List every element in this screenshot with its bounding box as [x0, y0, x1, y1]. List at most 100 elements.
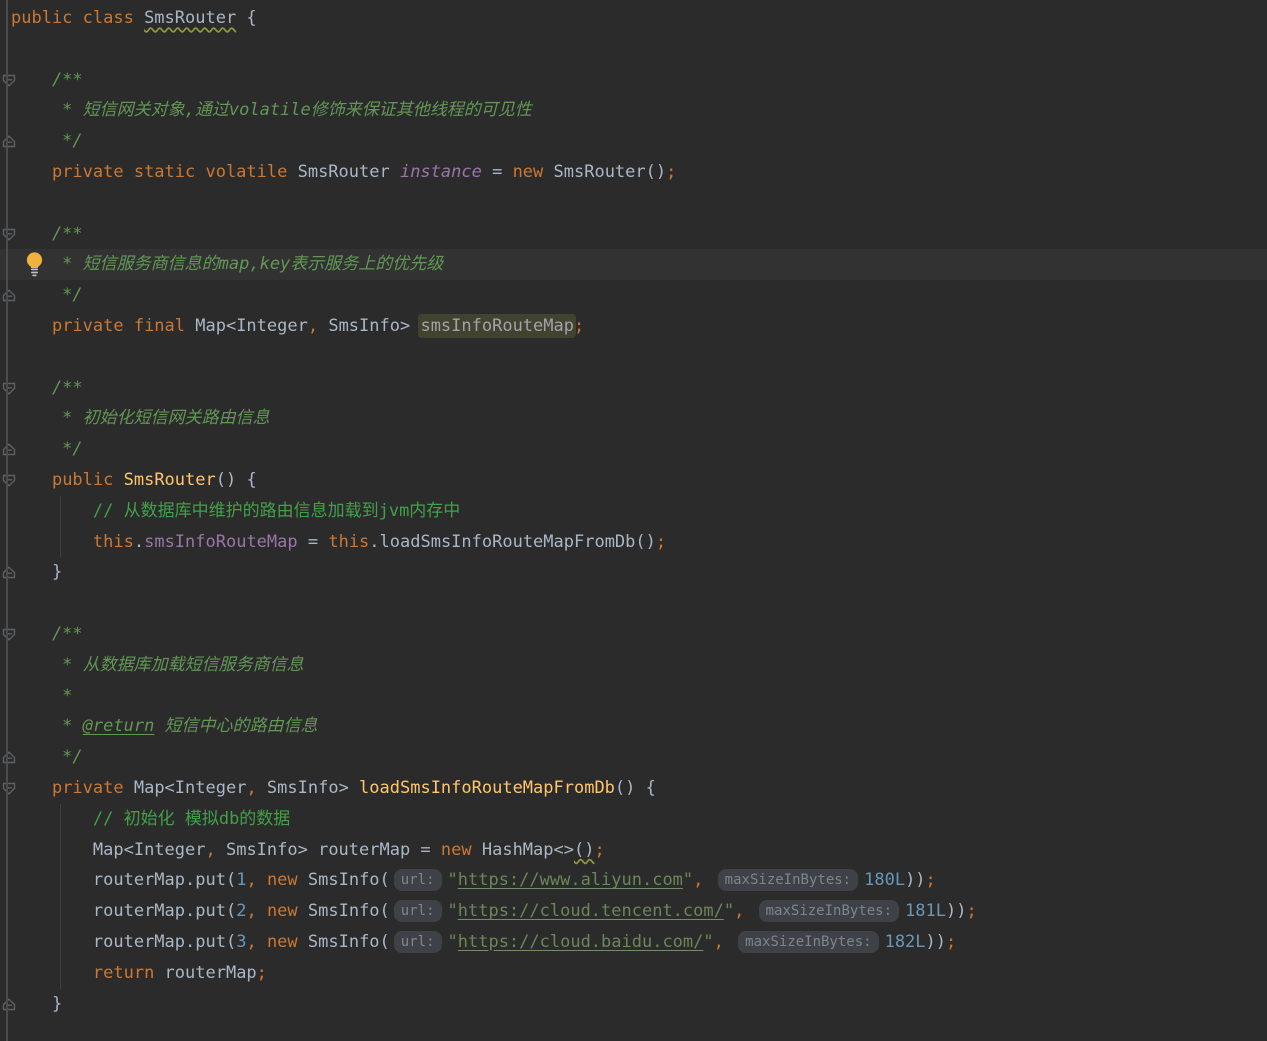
code-token: * 短信网关对象,通过volatile修饰来保证其他线程的可见性 — [11, 100, 532, 121]
code-token: * 初始化短信网关路由信息 — [11, 408, 270, 429]
code-line[interactable]: /** — [0, 619, 1267, 650]
code-token: new — [440, 839, 472, 860]
code-token: Map<Integer — [92, 839, 206, 860]
fold-end-marker-icon[interactable] — [2, 135, 16, 148]
code-line[interactable]: */ — [0, 434, 1267, 465]
code-token: /** — [11, 623, 83, 644]
code-token: SmsRouter — [297, 161, 400, 182]
code-token: " — [682, 870, 694, 891]
code-text: private Map<Integer, SmsInfo> loadSmsInf… — [0, 773, 1267, 804]
code-line[interactable]: * 短信服务商信息的map,key表示服务上的优先级 — [0, 249, 1267, 281]
code-line[interactable]: * 从数据库加载短信服务商信息 — [0, 650, 1267, 681]
code-token: loadSmsInfoRouteMapFromDb — [359, 777, 615, 798]
code-line[interactable]: /** — [0, 373, 1267, 404]
code-token: ; — [946, 931, 957, 952]
code-text: private static volatile SmsRouter instan… — [0, 157, 1267, 188]
code-line[interactable]: public class SmsRouter { — [0, 3, 1267, 34]
code-text: * — [0, 681, 1267, 712]
code-line[interactable]: * 短信网关对象,通过volatile修饰来保证其他线程的可见性 — [0, 95, 1267, 126]
code-line[interactable]: public SmsRouter() { — [0, 465, 1267, 496]
code-text: */ — [0, 280, 1267, 311]
code-line[interactable]: * 初始化短信网关路由信息 — [0, 403, 1267, 434]
code-token: */ — [11, 285, 83, 306]
code-token: this — [328, 531, 370, 552]
code-line[interactable]: routerMap.put(2, new SmsInfo(url: "https:… — [0, 896, 1267, 927]
code-line[interactable]: // 初始化 模拟db的数据 — [0, 804, 1267, 835]
code-line[interactable]: */ — [0, 742, 1267, 773]
fold-end-marker-icon[interactable] — [2, 751, 16, 764]
code-token: , — [246, 931, 257, 952]
code-line[interactable]: /** — [0, 65, 1267, 96]
code-line[interactable] — [0, 188, 1267, 219]
code-token: () — [573, 839, 595, 860]
code-line[interactable]: */ — [0, 126, 1267, 157]
code-line[interactable]: * — [0, 681, 1267, 712]
code-line[interactable]: routerMap.put(3, new SmsInfo(url: "https:… — [0, 927, 1267, 958]
fold-start-marker-icon[interactable] — [2, 628, 16, 641]
code-line[interactable]: private static volatile SmsRouter instan… — [0, 157, 1267, 188]
code-token: ; — [666, 161, 677, 182]
code-line[interactable]: Map<Integer, SmsInfo> routerMap = new Ha… — [0, 835, 1267, 866]
code-token: SmsInfo> — [318, 315, 421, 336]
code-token: ; — [573, 315, 585, 336]
code-line[interactable]: return routerMap; — [0, 958, 1267, 989]
code-token: */ — [11, 439, 83, 460]
code-token: * — [11, 685, 73, 706]
code-token: , — [307, 315, 319, 336]
code-line[interactable]: * @return 短信中心的路由信息 — [0, 711, 1267, 742]
code-token: * — [11, 716, 83, 737]
fold-start-marker-icon[interactable] — [2, 474, 16, 487]
fold-start-marker-icon[interactable] — [2, 382, 16, 395]
code-text: * 短信网关对象,通过volatile修饰来保证其他线程的可见性 — [0, 95, 1267, 126]
code-line[interactable]: private Map<Integer, SmsInfo> loadSmsInf… — [0, 773, 1267, 804]
code-token: 2 — [236, 901, 247, 922]
code-token: 1 — [236, 870, 247, 891]
code-text: public class SmsRouter { — [0, 3, 1267, 34]
code-token: new — [266, 931, 298, 952]
fold-start-marker-icon[interactable] — [2, 74, 16, 87]
code-line[interactable]: /** — [0, 219, 1267, 250]
fold-end-marker-icon[interactable] — [2, 997, 16, 1011]
code-editor[interactable]: public class SmsRouter { /** * 短信网关对象,通过… — [0, 0, 1267, 1041]
fold-start-marker-icon[interactable] — [2, 228, 16, 241]
code-line[interactable]: private final Map<Integer, SmsInfo> smsI… — [0, 311, 1267, 342]
code-line[interactable] — [0, 588, 1267, 619]
code-token: // 初始化 模拟db的数据 — [92, 808, 291, 829]
code-line[interactable]: } — [0, 989, 1267, 1020]
code-line[interactable]: this.smsInfoRouteMap = this.loadSmsInfoR… — [0, 527, 1267, 558]
code-line[interactable] — [0, 1019, 1267, 1041]
fold-start-marker-icon[interactable] — [2, 782, 16, 795]
code-token: " — [447, 870, 458, 891]
code-line[interactable]: } — [0, 557, 1267, 588]
code-text: /** — [0, 65, 1267, 96]
parameter-name-hint: url: — [393, 869, 442, 892]
code-text: * 从数据库加载短信服务商信息 — [0, 650, 1267, 681]
code-token: private final — [51, 315, 196, 336]
code-text: this.smsInfoRouteMap = this.loadSmsInfoR… — [0, 527, 1267, 558]
code-token: this — [92, 531, 134, 552]
code-line[interactable]: // 从数据库中维护的路由信息加载到jvm内存中 — [0, 496, 1267, 527]
code-line[interactable]: routerMap.put(1, new SmsInfo(url: "https:… — [0, 865, 1267, 896]
code-line[interactable]: */ — [0, 280, 1267, 311]
code-token: .loadSmsInfoRouteMapFromDb() — [369, 531, 656, 552]
code-token: ; — [594, 839, 605, 860]
fold-end-marker-icon[interactable] — [2, 566, 16, 579]
code-token: , — [246, 777, 257, 798]
code-line[interactable] — [0, 34, 1267, 65]
code-token: https://cloud.tencent.com/ — [457, 901, 724, 922]
code-token: 180L — [864, 870, 906, 891]
code-token: SmsRouter — [144, 8, 237, 28]
code-token: ; — [925, 870, 936, 891]
intention-bulb-icon[interactable] — [26, 251, 43, 278]
fold-end-marker-icon[interactable] — [2, 443, 16, 456]
code-token: )) — [925, 931, 947, 952]
fold-end-marker-icon[interactable] — [2, 289, 16, 302]
code-text: private final Map<Integer, SmsInfo> smsI… — [0, 311, 1267, 342]
code-token: @return — [82, 716, 155, 737]
code-line[interactable] — [0, 342, 1267, 373]
